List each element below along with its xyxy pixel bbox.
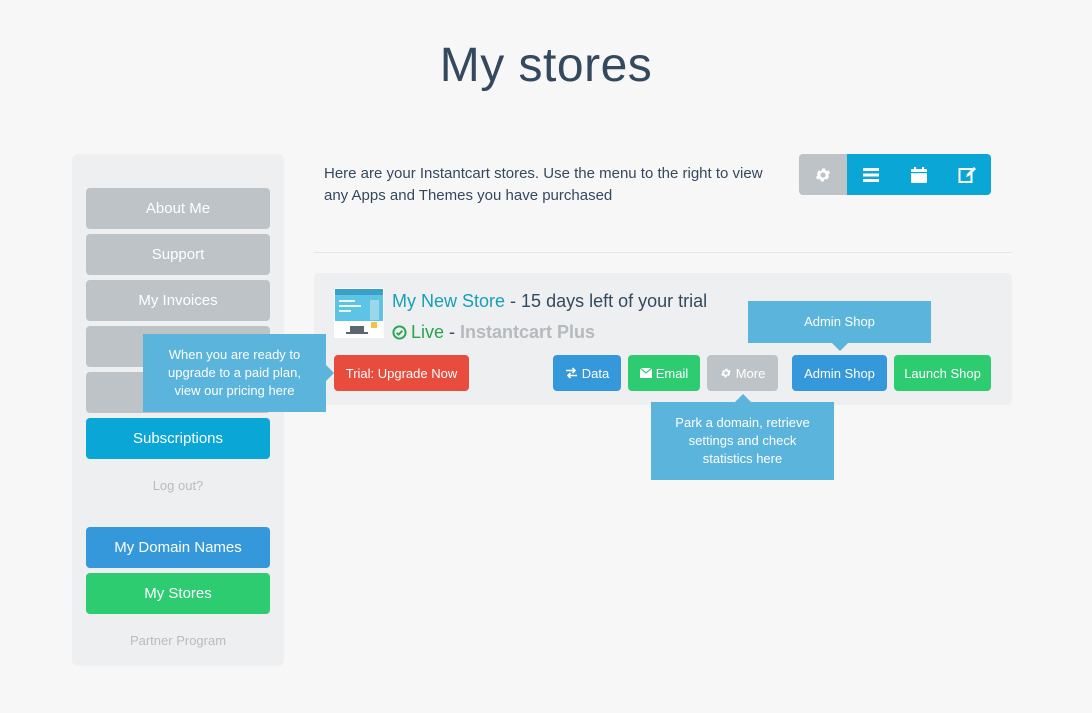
sidebar-item-my-stores[interactable]: My Stores	[86, 573, 270, 614]
more-tooltip: Park a domain, retrieve settings and che…	[651, 394, 834, 480]
list-icon[interactable]	[847, 154, 895, 195]
store-title: My New Store - 15 days left of your tria…	[392, 291, 707, 312]
divider	[314, 252, 1012, 253]
store-name-link[interactable]: My New Store	[392, 291, 505, 311]
sidebar-item-my-invoices[interactable]: My Invoices	[86, 280, 270, 321]
store-status: Live - Instantcart Plus	[392, 322, 595, 343]
store-thumbnail	[334, 288, 384, 338]
check-circle-icon	[392, 325, 407, 340]
intro-text: Here are your Instantcart stores. Use th…	[324, 165, 763, 204]
logout-link[interactable]: Log out?	[86, 478, 270, 493]
admin-shop-button[interactable]: Admin Shop	[792, 355, 887, 391]
sidebar-item-support[interactable]: Support	[86, 234, 270, 275]
sidebar-item-subscriptions[interactable]: Subscriptions	[86, 418, 270, 459]
trial-text: - 15 days left of your trial	[510, 291, 708, 311]
more-button[interactable]: More	[707, 355, 778, 391]
edit-icon[interactable]	[943, 154, 991, 195]
email-button[interactable]: Email	[628, 355, 700, 391]
status-separator: -	[449, 322, 456, 342]
page-title: My stores	[439, 39, 653, 92]
view-toolbar	[799, 154, 991, 195]
envelope-icon	[639, 368, 652, 378]
gear-small-icon	[720, 367, 732, 379]
email-label: Email	[655, 365, 689, 381]
exchange-icon	[565, 367, 578, 379]
sidebar-item-my-domain-names[interactable]: My Domain Names	[86, 527, 270, 568]
calendar-icon[interactable]	[895, 154, 943, 195]
plan-name: Instantcart Plus	[460, 322, 596, 342]
admin-shop-tooltip: Admin Shop	[748, 301, 931, 351]
upgrade-now-button[interactable]: Trial: Upgrade Now	[334, 355, 469, 391]
gear-icon[interactable]	[799, 154, 847, 195]
more-label: More	[735, 365, 766, 381]
status-live: Live	[411, 322, 445, 342]
partner-program-link[interactable]: Partner Program	[86, 633, 270, 648]
launch-shop-button[interactable]: Launch Shop	[894, 355, 991, 391]
upgrade-tooltip: When you are ready to upgrade to a paid …	[143, 334, 334, 412]
data-button[interactable]: Data	[553, 355, 621, 391]
sidebar-item-about-me[interactable]: About Me	[86, 188, 270, 229]
data-label: Data	[581, 365, 610, 381]
